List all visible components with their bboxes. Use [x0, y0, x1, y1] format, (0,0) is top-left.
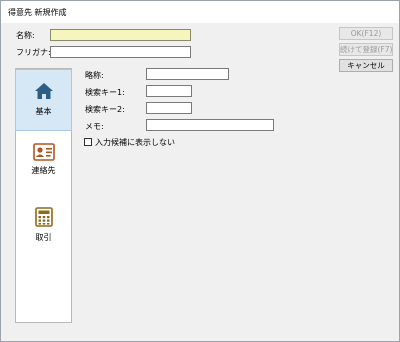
search-key1-label: 検索キー1:: [85, 88, 125, 97]
nav-label-transactions: 取引: [35, 233, 52, 242]
abbr-input[interactable]: [146, 68, 229, 80]
window-title: 得意先 新規作成: [8, 8, 67, 17]
search-key2-input[interactable]: [146, 102, 192, 114]
calculator-icon: [34, 207, 53, 227]
nav-label-basic: 基本: [35, 107, 52, 116]
memo-label: メモ:: [85, 122, 104, 131]
contact-card-icon: [32, 143, 55, 161]
nav-label-contact: 連絡先: [31, 166, 56, 175]
nav-item-basic[interactable]: 基本: [15, 69, 72, 131]
kana-input[interactable]: [50, 46, 191, 58]
name-input[interactable]: [50, 29, 191, 41]
search-key1-input[interactable]: [146, 85, 192, 97]
nav-item-transactions[interactable]: 取引: [16, 199, 71, 261]
home-icon: [34, 83, 53, 99]
ok-button[interactable]: OK(F12): [339, 27, 393, 40]
dialog-window: 得意先 新規作成 名称: フリガナ: OK(F12) 続けて登録(F7) キャン…: [0, 0, 400, 342]
hide-candidate-checkbox[interactable]: [84, 138, 92, 146]
search-key2-label: 検索キー2:: [85, 105, 125, 114]
hide-candidate-label[interactable]: 入力候補に表示しない: [95, 137, 175, 148]
title-bar: 得意先 新規作成: [1, 1, 399, 23]
kana-label: フリガナ:: [16, 48, 51, 57]
cancel-button[interactable]: キャンセル: [339, 59, 393, 72]
nav-item-contact[interactable]: 連絡先: [16, 135, 71, 197]
side-nav: 基本 連絡先 取引: [15, 68, 72, 323]
continue-register-button[interactable]: 続けて登録(F7): [339, 43, 393, 56]
memo-input[interactable]: [146, 119, 274, 131]
abbr-label: 略称:: [85, 71, 104, 80]
name-label: 名称:: [16, 31, 35, 40]
